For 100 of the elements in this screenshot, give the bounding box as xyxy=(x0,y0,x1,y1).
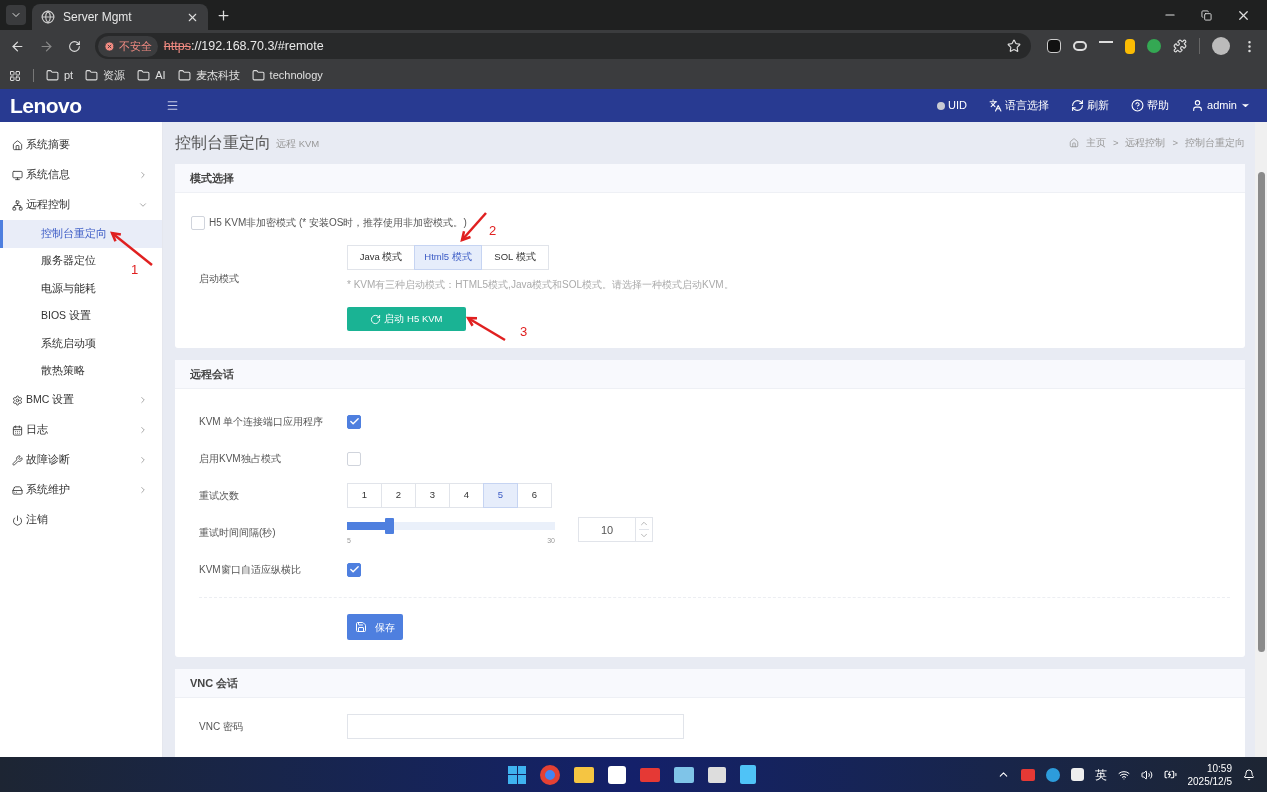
checkbox[interactable] xyxy=(347,562,361,577)
save-icon xyxy=(355,621,367,633)
monitor-icon xyxy=(12,169,23,181)
mode-tab[interactable]: Html5 模式 xyxy=(414,245,482,270)
breadcrumb-separator: > xyxy=(1112,135,1119,150)
header-action[interactable]: 帮助 xyxy=(1131,97,1170,114)
tray-icon[interactable] xyxy=(1070,768,1084,781)
house-icon xyxy=(12,139,23,151)
puzzle-icon[interactable] xyxy=(1173,39,1187,53)
annotation-arrow xyxy=(466,316,506,342)
mode-tab[interactable]: Java 模式 xyxy=(347,245,415,270)
extension-icon[interactable] xyxy=(1125,38,1135,54)
folder-icon xyxy=(137,69,151,82)
sidebar-item[interactable]: 故障诊断 xyxy=(0,445,162,475)
card-title: 模式选择 xyxy=(190,170,234,186)
retry-count-option[interactable]: 3 xyxy=(415,482,450,508)
wifi-icon xyxy=(1117,768,1130,781)
battery-icon xyxy=(1163,768,1177,781)
logo: Lenovo xyxy=(9,92,83,119)
field-label: KVM 单个连接端口应用程序 xyxy=(199,415,325,429)
mode-tab[interactable]: SOL 模式 xyxy=(481,245,549,270)
language-icon xyxy=(989,99,1003,112)
menu-icon[interactable] xyxy=(166,99,179,112)
bookmark-folder[interactable]: pt xyxy=(46,67,74,84)
wrench-icon xyxy=(12,454,23,466)
tab-title: Server Mgmt xyxy=(63,9,133,26)
sidebar-subitem[interactable]: 散热策略 xyxy=(0,357,89,385)
sidebar-subitem[interactable]: 服务器定位 xyxy=(0,247,100,275)
sidebar-item[interactable]: 远程控制 xyxy=(0,190,162,220)
apps-icon[interactable] xyxy=(9,69,21,82)
uid-button[interactable]: UID xyxy=(937,97,968,114)
avatar-icon[interactable] xyxy=(1212,37,1230,55)
warning-icon xyxy=(103,40,115,52)
browser-tab[interactable]: Server Mgmt xyxy=(32,4,208,30)
card-title: VNC 会话 xyxy=(190,675,239,691)
password-field[interactable] xyxy=(347,713,684,739)
sidebar-subitem[interactable]: 控制台重定向 xyxy=(0,220,162,248)
retry-count-option[interactable]: 6 xyxy=(517,482,552,508)
extension-icon[interactable] xyxy=(1047,39,1061,53)
sidebar-subitem[interactable]: BIOS 设置 xyxy=(0,302,95,330)
clock[interactable]: 10:59 2025/12/5 xyxy=(1187,761,1232,788)
app-icon[interactable] xyxy=(674,766,694,783)
globe-icon xyxy=(41,10,55,24)
new-tab-icon[interactable] xyxy=(216,7,231,23)
sidebar-subitem[interactable]: 电源与能耗 xyxy=(0,275,100,303)
header-action[interactable]: 语言选择 xyxy=(989,97,1050,114)
folder-icon xyxy=(251,69,265,82)
page-subtitle: 远程 KVM xyxy=(276,137,320,152)
store-app-icon[interactable] xyxy=(608,765,626,784)
reload-icon[interactable] xyxy=(67,39,81,53)
app-icon[interactable] xyxy=(708,766,726,783)
folder-icon xyxy=(85,69,99,82)
retry-count-option[interactable]: 2 xyxy=(381,482,416,508)
bookmark-folder[interactable]: AI xyxy=(137,67,166,84)
header-action[interactable]: admin xyxy=(1191,97,1251,114)
tab-list-button[interactable] xyxy=(6,5,26,25)
bell-icon[interactable] xyxy=(1243,768,1255,781)
annotation-number: 1 xyxy=(131,263,139,276)
sidebar-item[interactable]: BMC 设置 xyxy=(0,385,162,415)
start-icon[interactable] xyxy=(508,765,526,784)
bookmark-folder[interactable]: technology xyxy=(251,67,323,84)
checkbox-label: H5 KVM非加密模式 (* 安装OS时，推荐使用非加密模式。) xyxy=(209,216,467,230)
checkbox[interactable] xyxy=(347,414,361,429)
bookmark-folder[interactable]: 资源 xyxy=(85,67,126,84)
back-icon[interactable] xyxy=(10,38,25,54)
network-icon xyxy=(12,199,23,211)
sidebar-item[interactable]: 系统摘要 xyxy=(0,130,162,160)
sidebar-item[interactable]: 系统信息 xyxy=(0,160,162,190)
url-text: https://192.168.70.3/#remote xyxy=(163,37,325,55)
sidebar-item[interactable]: 注销 xyxy=(0,505,162,535)
extension-icon[interactable] xyxy=(1073,41,1087,51)
input-method-indicator[interactable]: 英 xyxy=(1094,765,1107,784)
retry-count-option[interactable]: 4 xyxy=(449,482,484,508)
bookmark-folder[interactable]: 麦杰科技 xyxy=(177,67,240,84)
card-title: 远程会话 xyxy=(190,366,234,382)
gear-icon xyxy=(12,394,23,406)
browser-app-icon[interactable] xyxy=(540,764,560,785)
sidebar-subitem[interactable]: 系统启动项 xyxy=(0,330,100,358)
field-label: VNC 密码 xyxy=(199,719,244,734)
save-button[interactable]: 保存 xyxy=(347,614,403,640)
field-label: KVM窗口自适应纵横比 xyxy=(199,563,302,577)
restore-icon[interactable] xyxy=(1201,9,1212,21)
page-title: 控制台重定向 xyxy=(175,133,271,153)
refresh-icon xyxy=(370,313,382,325)
server-icon xyxy=(12,484,23,496)
sidebar-item[interactable]: 日志 xyxy=(0,415,162,445)
folder-app-icon[interactable] xyxy=(574,766,594,783)
scrollbar[interactable] xyxy=(1255,122,1267,757)
star-icon xyxy=(1007,39,1021,53)
calendar-icon xyxy=(12,424,23,436)
security-chip[interactable]: 不安全 xyxy=(97,35,158,57)
header-action[interactable]: 刷新 xyxy=(1071,97,1110,114)
slider-handle[interactable] xyxy=(384,518,394,535)
sidebar-item[interactable]: 系统维护 xyxy=(0,475,162,505)
retry-count-option[interactable]: 1 xyxy=(347,482,382,508)
retry-count-option[interactable]: 5 xyxy=(483,482,518,508)
number-input[interactable]: 10 xyxy=(578,517,653,543)
forward-icon[interactable] xyxy=(38,38,54,54)
address-bar[interactable]: 不安全 https://192.168.70.3/#remote xyxy=(94,33,1031,59)
field-label: 启用KVM独占模式 xyxy=(199,452,282,466)
